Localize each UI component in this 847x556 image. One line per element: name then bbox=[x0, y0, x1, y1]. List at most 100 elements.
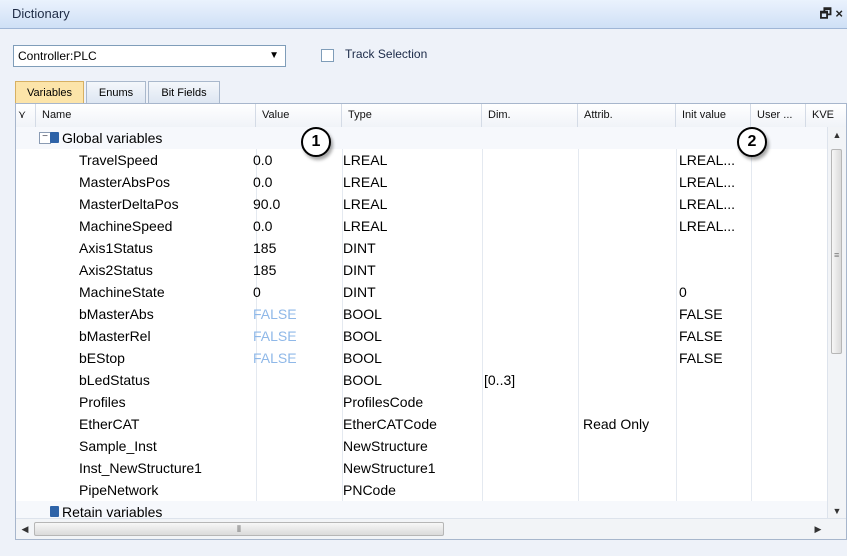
cell-type: PNCode bbox=[343, 482, 396, 498]
cell-dim: [0..3] bbox=[484, 372, 516, 388]
cell-dim bbox=[484, 149, 576, 171]
cell-type: DINT bbox=[343, 284, 376, 300]
table-row[interactable]: Inst_NewStructure1 NewStructure1 bbox=[16, 457, 830, 479]
cell-init bbox=[679, 457, 749, 479]
cell-value: FALSE bbox=[253, 306, 297, 322]
table-row[interactable]: Axis2Status 185 DINT bbox=[16, 259, 830, 281]
column-dim[interactable]: Dim. bbox=[482, 104, 578, 127]
cell-init: LREAL... bbox=[679, 196, 736, 212]
dictionary-window: Dictionary 🗗 × Controller:PLC ▼ Track Se… bbox=[0, 0, 847, 556]
filter-icon[interactable]: ⋎ bbox=[16, 104, 36, 127]
table-row[interactable]: bMasterRel FALSE BOOL FALSE bbox=[16, 325, 830, 347]
grid-header: ⋎ Name Value Type Dim. Attrib. Init valu… bbox=[16, 104, 846, 128]
cell-name: TravelSpeed bbox=[79, 152, 158, 168]
cell-attrib bbox=[583, 457, 675, 479]
group-label: Global variables bbox=[62, 130, 163, 146]
scroll-thumb[interactable]: ⦀ bbox=[34, 522, 444, 536]
cell-init bbox=[679, 435, 749, 457]
cell-name: PipeNetwork bbox=[79, 482, 159, 498]
cell-dim bbox=[484, 457, 576, 479]
variables-grid: ⋎ Name Value Type Dim. Attrib. Init valu… bbox=[15, 103, 847, 540]
cell-type: NewStructure bbox=[343, 438, 428, 454]
table-row[interactable]: Profiles ProfilesCode bbox=[16, 391, 830, 413]
column-init-value[interactable]: Init value bbox=[676, 104, 751, 127]
database-icon bbox=[50, 506, 59, 517]
cell-type: BOOL bbox=[343, 372, 382, 388]
scroll-down-icon[interactable]: ▼ bbox=[828, 503, 846, 519]
column-value[interactable]: Value bbox=[256, 104, 342, 127]
cell-value: 90.0 bbox=[253, 196, 281, 212]
controller-select-value: Controller:PLC bbox=[18, 49, 97, 63]
scroll-up-icon[interactable]: ▲ bbox=[828, 127, 846, 143]
column-kve[interactable]: KVE bbox=[806, 104, 846, 127]
group-row-global[interactable]: − Global variables bbox=[16, 127, 830, 149]
track-selection-label: Track Selection bbox=[345, 47, 428, 61]
cell-attrib bbox=[583, 303, 675, 325]
window-controls[interactable]: 🗗 × bbox=[820, 5, 843, 27]
cell-type: NewStructure1 bbox=[343, 460, 436, 476]
cell-type: BOOL bbox=[343, 328, 382, 344]
track-selection-checkbox[interactable] bbox=[321, 49, 334, 62]
table-row[interactable]: MachineSpeed 0.0 LREAL LREAL... bbox=[16, 215, 830, 237]
cell-dim bbox=[484, 479, 576, 501]
cell-init: LREAL... bbox=[679, 174, 736, 190]
column-type[interactable]: Type bbox=[342, 104, 482, 127]
cell-init bbox=[679, 237, 749, 259]
callout-marker: 1 bbox=[301, 127, 331, 157]
cell-attrib bbox=[583, 215, 675, 237]
table-row[interactable]: Sample_Inst NewStructure bbox=[16, 435, 830, 457]
cell-name: Axis1Status bbox=[79, 240, 153, 256]
cell-init: LREAL... bbox=[679, 152, 736, 168]
cell-name: MasterDeltaPos bbox=[79, 196, 179, 212]
title-bar: Dictionary 🗗 × bbox=[0, 0, 847, 29]
table-row[interactable]: PipeNetwork PNCode bbox=[16, 479, 830, 501]
table-row[interactable]: Axis1Status 185 DINT bbox=[16, 237, 830, 259]
cell-dim bbox=[484, 325, 576, 347]
scroll-right-icon[interactable]: ▶ bbox=[811, 521, 825, 537]
table-row[interactable]: bLedStatus BOOL [0..3] bbox=[16, 369, 830, 391]
grip-icon: ≡ bbox=[834, 250, 840, 260]
table-row[interactable]: TravelSpeed 0.0 LREAL LREAL... bbox=[16, 149, 830, 171]
tab-bit-fields[interactable]: Bit Fields bbox=[148, 81, 220, 103]
table-row[interactable]: bEStop FALSE BOOL FALSE bbox=[16, 347, 830, 369]
table-row[interactable]: MachineState 0 DINT 0 bbox=[16, 281, 830, 303]
cell-dim bbox=[484, 215, 576, 237]
cell-name: MachineSpeed bbox=[79, 218, 173, 234]
cell-name: Inst_NewStructure1 bbox=[79, 460, 202, 476]
cell-dim bbox=[484, 303, 576, 325]
cell-attrib bbox=[583, 325, 675, 347]
cell-value: FALSE bbox=[253, 350, 297, 366]
cell-init: FALSE bbox=[679, 350, 723, 366]
table-row[interactable]: bMasterAbs FALSE BOOL FALSE bbox=[16, 303, 830, 325]
controller-select[interactable]: Controller:PLC ▼ bbox=[13, 45, 286, 67]
cell-init bbox=[679, 413, 749, 435]
table-row[interactable]: EtherCAT EtherCATCode Read Only bbox=[16, 413, 830, 435]
cell-dim bbox=[484, 171, 576, 193]
scroll-thumb[interactable]: ≡ bbox=[831, 149, 842, 354]
database-icon bbox=[50, 132, 59, 143]
horizontal-scrollbar[interactable]: ◀ ⦀ ▶ bbox=[16, 518, 846, 539]
cell-init bbox=[679, 369, 749, 391]
table-row[interactable]: MasterDeltaPos 90.0 LREAL LREAL... bbox=[16, 193, 830, 215]
chevron-down-icon[interactable]: ▼ bbox=[269, 46, 279, 66]
cell-name: Sample_Inst bbox=[79, 438, 157, 454]
cell-init: 0 bbox=[679, 284, 687, 300]
cell-attrib bbox=[583, 391, 675, 413]
cell-value bbox=[253, 457, 339, 479]
scroll-left-icon[interactable]: ◀ bbox=[18, 521, 32, 537]
cell-init: LREAL... bbox=[679, 218, 736, 234]
cell-name: MachineState bbox=[79, 284, 165, 300]
vertical-scrollbar[interactable]: ▲ ≡ ▼ bbox=[827, 127, 846, 519]
cell-name: MasterAbsPos bbox=[79, 174, 171, 190]
grid-body: − Global variables Retain variables Trav… bbox=[16, 127, 830, 523]
column-attrib[interactable]: Attrib. bbox=[578, 104, 676, 127]
cell-name: bLedStatus bbox=[79, 372, 150, 388]
table-row[interactable]: MasterAbsPos 0.0 LREAL LREAL... bbox=[16, 171, 830, 193]
tab-enums[interactable]: Enums bbox=[86, 81, 146, 103]
cell-dim bbox=[484, 413, 576, 435]
cell-attrib: Read Only bbox=[583, 416, 650, 432]
cell-name: bEStop bbox=[79, 350, 125, 366]
tab-variables[interactable]: Variables bbox=[15, 81, 84, 103]
column-name[interactable]: Name bbox=[36, 104, 256, 127]
column-user[interactable]: User ... bbox=[751, 104, 806, 127]
